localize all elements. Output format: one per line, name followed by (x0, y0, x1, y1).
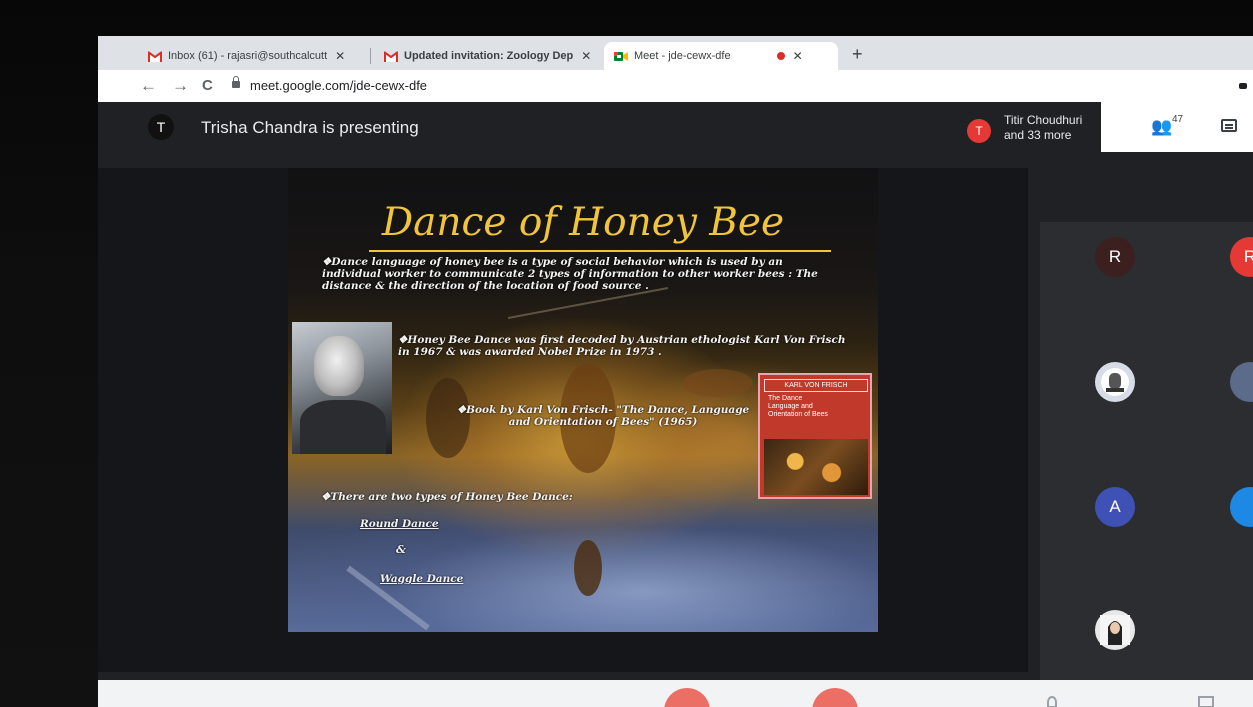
presenter-avatar: T (148, 114, 174, 140)
book-cover-image (764, 439, 868, 495)
dance-type-waggle: Waggle Dance (380, 573, 464, 585)
slide-paragraph-2: ❖Honey Bee Dance was first decoded by Au… (398, 334, 846, 358)
participant-avatar[interactable]: R (1230, 237, 1253, 277)
title-underline (369, 250, 831, 252)
participant-avatar[interactable]: A (1095, 487, 1135, 527)
slide-paragraph-3: ❖Book by Karl Von Frisch- "The Dance, La… (456, 404, 750, 428)
lock-icon (232, 76, 240, 88)
host-avatar: T (967, 119, 991, 143)
close-icon[interactable]: ✕ (793, 49, 803, 63)
participant-photo-avatar[interactable] (1095, 610, 1135, 650)
browser-window: Inbox (61) - rajasri@southcalcutt ✕ Upda… (98, 36, 1253, 707)
people-count: 47 (1172, 114, 1184, 125)
close-icon[interactable]: ✕ (335, 49, 345, 63)
slide-paragraph-1: ❖Dance language of honey bee is a type o… (322, 256, 818, 292)
dance-type-round: Round Dance (360, 518, 439, 530)
book-title: The Dance Language and Orientation of Be… (768, 395, 828, 419)
book-title-line: Language and (768, 403, 813, 410)
slide-title: Dance of Honey Bee (381, 200, 785, 245)
presenting-label: Trisha Chandra is presenting (201, 118, 419, 137)
host-info: Titir Choudhuri and 33 more (1004, 113, 1082, 143)
new-tab-button[interactable]: + (852, 44, 863, 65)
bottom-control-bar (98, 680, 1253, 707)
close-icon[interactable]: ✕ (581, 49, 591, 63)
participant-avatar[interactable] (1230, 487, 1253, 527)
tab-bar: Inbox (61) - rajasri@southcalcutt ✕ Upda… (98, 36, 1253, 70)
meeting-controls-panel: 👥 47 (1101, 102, 1253, 152)
tab-invitation[interactable]: Updated invitation: Zoology Dep ✕ (384, 42, 591, 70)
gmail-icon (384, 50, 398, 62)
portrait-head (314, 336, 364, 396)
book-author: KARL VON FRISCH (764, 379, 868, 392)
book-cover: KARL VON FRISCH The Dance Language and O… (758, 373, 872, 499)
camera-button[interactable] (812, 688, 858, 707)
host-name: Titir Choudhuri (1004, 113, 1083, 127)
dance-ampersand: & (396, 543, 406, 556)
portrait-body (300, 400, 386, 454)
meet-icon (614, 51, 628, 61)
address-bar: ← → C meet.google.com/jde-cewx-dfe (98, 70, 1253, 103)
karl-von-frisch-photo (292, 322, 392, 454)
participant-avatar[interactable] (1230, 362, 1253, 402)
participant-emblem-avatar[interactable] (1095, 362, 1135, 402)
back-icon[interactable]: ← (140, 76, 157, 96)
present-icon[interactable] (1198, 696, 1214, 707)
book-title-line: Orientation of Bees (768, 411, 828, 418)
microphone-button[interactable] (664, 688, 710, 707)
slide-paragraph-4: ❖There are two types of Honey Bee Dance: (321, 491, 573, 503)
hand-icon[interactable] (1047, 696, 1057, 707)
emblem-icon (1101, 368, 1129, 396)
tab-meet[interactable]: Meet - jde-cewx-dfe ✕ (604, 42, 838, 70)
url-field[interactable]: meet.google.com/jde-cewx-dfe (250, 78, 427, 93)
participant-avatar[interactable]: R (1095, 237, 1135, 277)
tab-inbox[interactable]: Inbox (61) - rajasri@southcalcutt ✕ (148, 42, 345, 70)
chat-icon[interactable] (1221, 119, 1237, 132)
reload-icon[interactable]: C (202, 77, 213, 94)
tab-separator (370, 48, 371, 64)
host-more: and 33 more (1004, 128, 1072, 142)
people-icon[interactable]: 👥 (1151, 117, 1172, 137)
monitor-bezel: Inbox (61) - rajasri@southcalcutt ✕ Upda… (0, 0, 1253, 707)
extension-icon[interactable] (1239, 83, 1247, 89)
recording-icon (776, 52, 785, 60)
participant-tiles: R R A (1040, 222, 1253, 707)
tab-label: Updated invitation: Zoology Dep (404, 50, 574, 62)
tab-label: Meet - jde-cewx-dfe (634, 50, 731, 62)
book-title-line: The Dance (768, 395, 803, 402)
person-photo-icon (1100, 615, 1130, 645)
gmail-icon (148, 50, 162, 62)
tab-label: Inbox (61) - rajasri@southcalcutt (168, 50, 328, 62)
presentation-slide: Dance of Honey Bee ❖Dance language of ho… (288, 168, 878, 632)
presentation-stage: Dance of Honey Bee ❖Dance language of ho… (98, 168, 1028, 672)
forward-icon[interactable]: → (172, 76, 189, 96)
meet-view: T Trisha Chandra is presenting T Titir C… (98, 102, 1253, 707)
